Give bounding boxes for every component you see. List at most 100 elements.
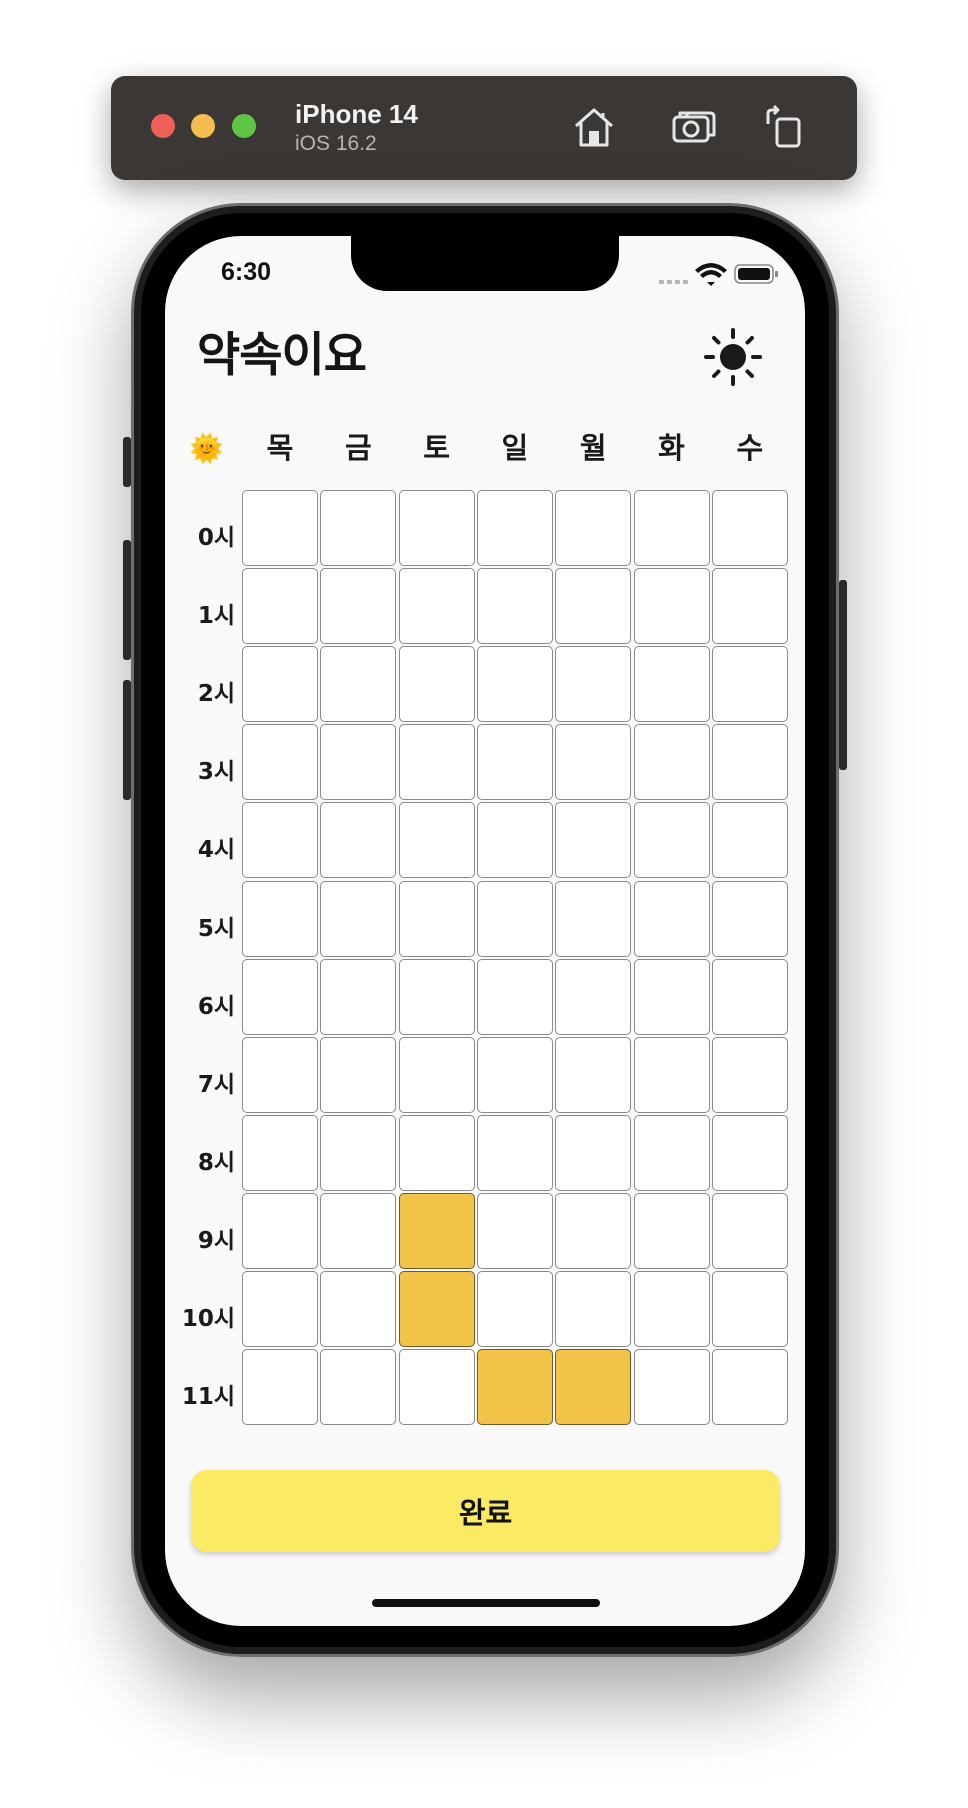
day-header: 일 bbox=[501, 431, 529, 465]
time-slot-cell[interactable] bbox=[242, 490, 318, 566]
time-slot-cell[interactable] bbox=[555, 724, 632, 801]
time-slot-cell[interactable] bbox=[320, 1036, 397, 1113]
time-slot-cell[interactable] bbox=[711, 802, 788, 879]
time-slot-cell[interactable] bbox=[633, 802, 710, 879]
time-slot-cell[interactable] bbox=[242, 880, 318, 957]
time-slot-cell[interactable] bbox=[633, 880, 710, 957]
time-slot-cell[interactable] bbox=[242, 568, 318, 645]
time-slot-cell[interactable] bbox=[633, 1114, 710, 1191]
time-slot-cell[interactable] bbox=[555, 1192, 632, 1269]
time-slot-cell[interactable] bbox=[242, 802, 318, 879]
time-slot-cell[interactable] bbox=[476, 1192, 553, 1269]
time-slot-cell[interactable] bbox=[320, 802, 397, 879]
time-slot-cell[interactable] bbox=[320, 1271, 397, 1347]
time-slot-cell[interactable] bbox=[711, 1192, 788, 1269]
hour-label: 0시 bbox=[197, 525, 235, 551]
time-slot-cell[interactable] bbox=[555, 958, 632, 1035]
time-slot-cell[interactable] bbox=[398, 1349, 475, 1426]
time-slot-cell[interactable] bbox=[555, 880, 632, 957]
time-slot-cell[interactable] bbox=[711, 1114, 788, 1191]
time-slot-cell[interactable] bbox=[476, 724, 553, 801]
time-slot-cell[interactable] bbox=[555, 490, 632, 566]
time-slot-cell[interactable] bbox=[398, 568, 475, 645]
theme-toggle-button[interactable] bbox=[704, 328, 762, 386]
time-slot-cell[interactable] bbox=[633, 1036, 710, 1113]
time-slot-cell[interactable] bbox=[633, 1192, 710, 1269]
rotate-icon[interactable] bbox=[760, 104, 808, 150]
time-slot-cell[interactable] bbox=[398, 490, 475, 566]
device-os-version: iOS 16.2 bbox=[295, 132, 377, 155]
time-slot-cell[interactable] bbox=[476, 646, 553, 723]
time-slot-cell[interactable] bbox=[320, 1192, 397, 1269]
time-slot-cell[interactable] bbox=[711, 646, 788, 723]
time-slot-cell[interactable] bbox=[398, 724, 475, 801]
time-slot-cell[interactable] bbox=[633, 724, 710, 801]
home-icon[interactable] bbox=[570, 104, 618, 150]
time-slot-cell[interactable] bbox=[320, 490, 397, 566]
time-slot-cell[interactable] bbox=[476, 490, 553, 566]
time-slot-cell[interactable] bbox=[398, 802, 475, 879]
time-slot-cell[interactable] bbox=[242, 1036, 318, 1113]
time-slot-cell[interactable] bbox=[555, 568, 632, 645]
time-slot-cell[interactable] bbox=[320, 958, 397, 1035]
time-slot-cell[interactable] bbox=[711, 490, 788, 566]
time-slot-cell[interactable] bbox=[555, 646, 632, 723]
time-slot-cell[interactable] bbox=[398, 1271, 475, 1347]
day-header: 수 bbox=[736, 431, 764, 465]
time-slot-cell[interactable] bbox=[398, 1036, 475, 1113]
time-slot-cell[interactable] bbox=[633, 646, 710, 723]
time-slot-cell[interactable] bbox=[320, 568, 397, 645]
time-slot-cell[interactable] bbox=[320, 1349, 397, 1426]
time-slot-cell[interactable] bbox=[711, 568, 788, 645]
time-slot-cell[interactable] bbox=[555, 1114, 632, 1191]
time-slot-cell[interactable] bbox=[555, 802, 632, 879]
time-slot-cell[interactable] bbox=[320, 1114, 397, 1191]
time-slot-cell[interactable] bbox=[242, 646, 318, 723]
time-slot-cell[interactable] bbox=[320, 724, 397, 801]
time-slot-cell[interactable] bbox=[476, 1036, 553, 1113]
time-slot-cell[interactable] bbox=[633, 958, 710, 1035]
time-slot-cell[interactable] bbox=[398, 958, 475, 1035]
time-slot-cell[interactable] bbox=[398, 880, 475, 957]
time-slot-cell[interactable] bbox=[320, 880, 397, 957]
time-slot-cell[interactable] bbox=[711, 1036, 788, 1113]
time-slot-cell[interactable] bbox=[711, 1349, 788, 1426]
time-slot-cell[interactable] bbox=[242, 958, 318, 1035]
device-name: iPhone 14 bbox=[295, 99, 418, 129]
time-slot-cell[interactable] bbox=[242, 724, 318, 801]
screenshot-icon[interactable] bbox=[670, 104, 718, 150]
time-slot-cell[interactable] bbox=[476, 958, 553, 1035]
time-slot-cell[interactable] bbox=[398, 646, 475, 723]
time-slot-cell[interactable] bbox=[476, 880, 553, 957]
time-slot-cell[interactable] bbox=[633, 1271, 710, 1347]
time-slot-cell[interactable] bbox=[711, 1271, 788, 1347]
time-slot-cell[interactable] bbox=[711, 724, 788, 801]
time-slot-cell[interactable] bbox=[476, 568, 553, 645]
close-window-button[interactable] bbox=[151, 114, 175, 138]
time-slot-cell[interactable] bbox=[476, 1349, 553, 1426]
time-slot-cell[interactable] bbox=[398, 1192, 475, 1269]
time-slot-cell[interactable] bbox=[633, 568, 710, 645]
time-slot-cell[interactable] bbox=[633, 1349, 710, 1426]
time-slot-cell[interactable] bbox=[242, 1192, 318, 1269]
time-slot-cell[interactable] bbox=[555, 1349, 632, 1426]
time-slot-cell[interactable] bbox=[555, 1036, 632, 1113]
time-slot-cell[interactable] bbox=[242, 1271, 318, 1347]
status-time: 6:30 bbox=[221, 258, 272, 286]
time-slot-cell[interactable] bbox=[711, 880, 788, 957]
time-slot-cell[interactable] bbox=[398, 1114, 475, 1191]
zoom-window-button[interactable] bbox=[232, 114, 256, 138]
minimize-window-button[interactable] bbox=[191, 114, 215, 138]
hour-label: 8시 bbox=[197, 1149, 235, 1176]
mute-switch bbox=[123, 437, 131, 487]
time-slot-cell[interactable] bbox=[633, 490, 710, 566]
time-slot-cell[interactable] bbox=[555, 1271, 632, 1347]
time-slot-cell[interactable] bbox=[476, 1271, 553, 1347]
time-slot-cell[interactable] bbox=[476, 1114, 553, 1191]
done-button[interactable]: 완료 bbox=[191, 1470, 780, 1552]
time-slot-cell[interactable] bbox=[320, 646, 397, 723]
time-slot-cell[interactable] bbox=[242, 1349, 318, 1426]
time-slot-cell[interactable] bbox=[476, 802, 553, 879]
time-slot-cell[interactable] bbox=[242, 1114, 318, 1191]
time-slot-cell[interactable] bbox=[711, 958, 788, 1035]
